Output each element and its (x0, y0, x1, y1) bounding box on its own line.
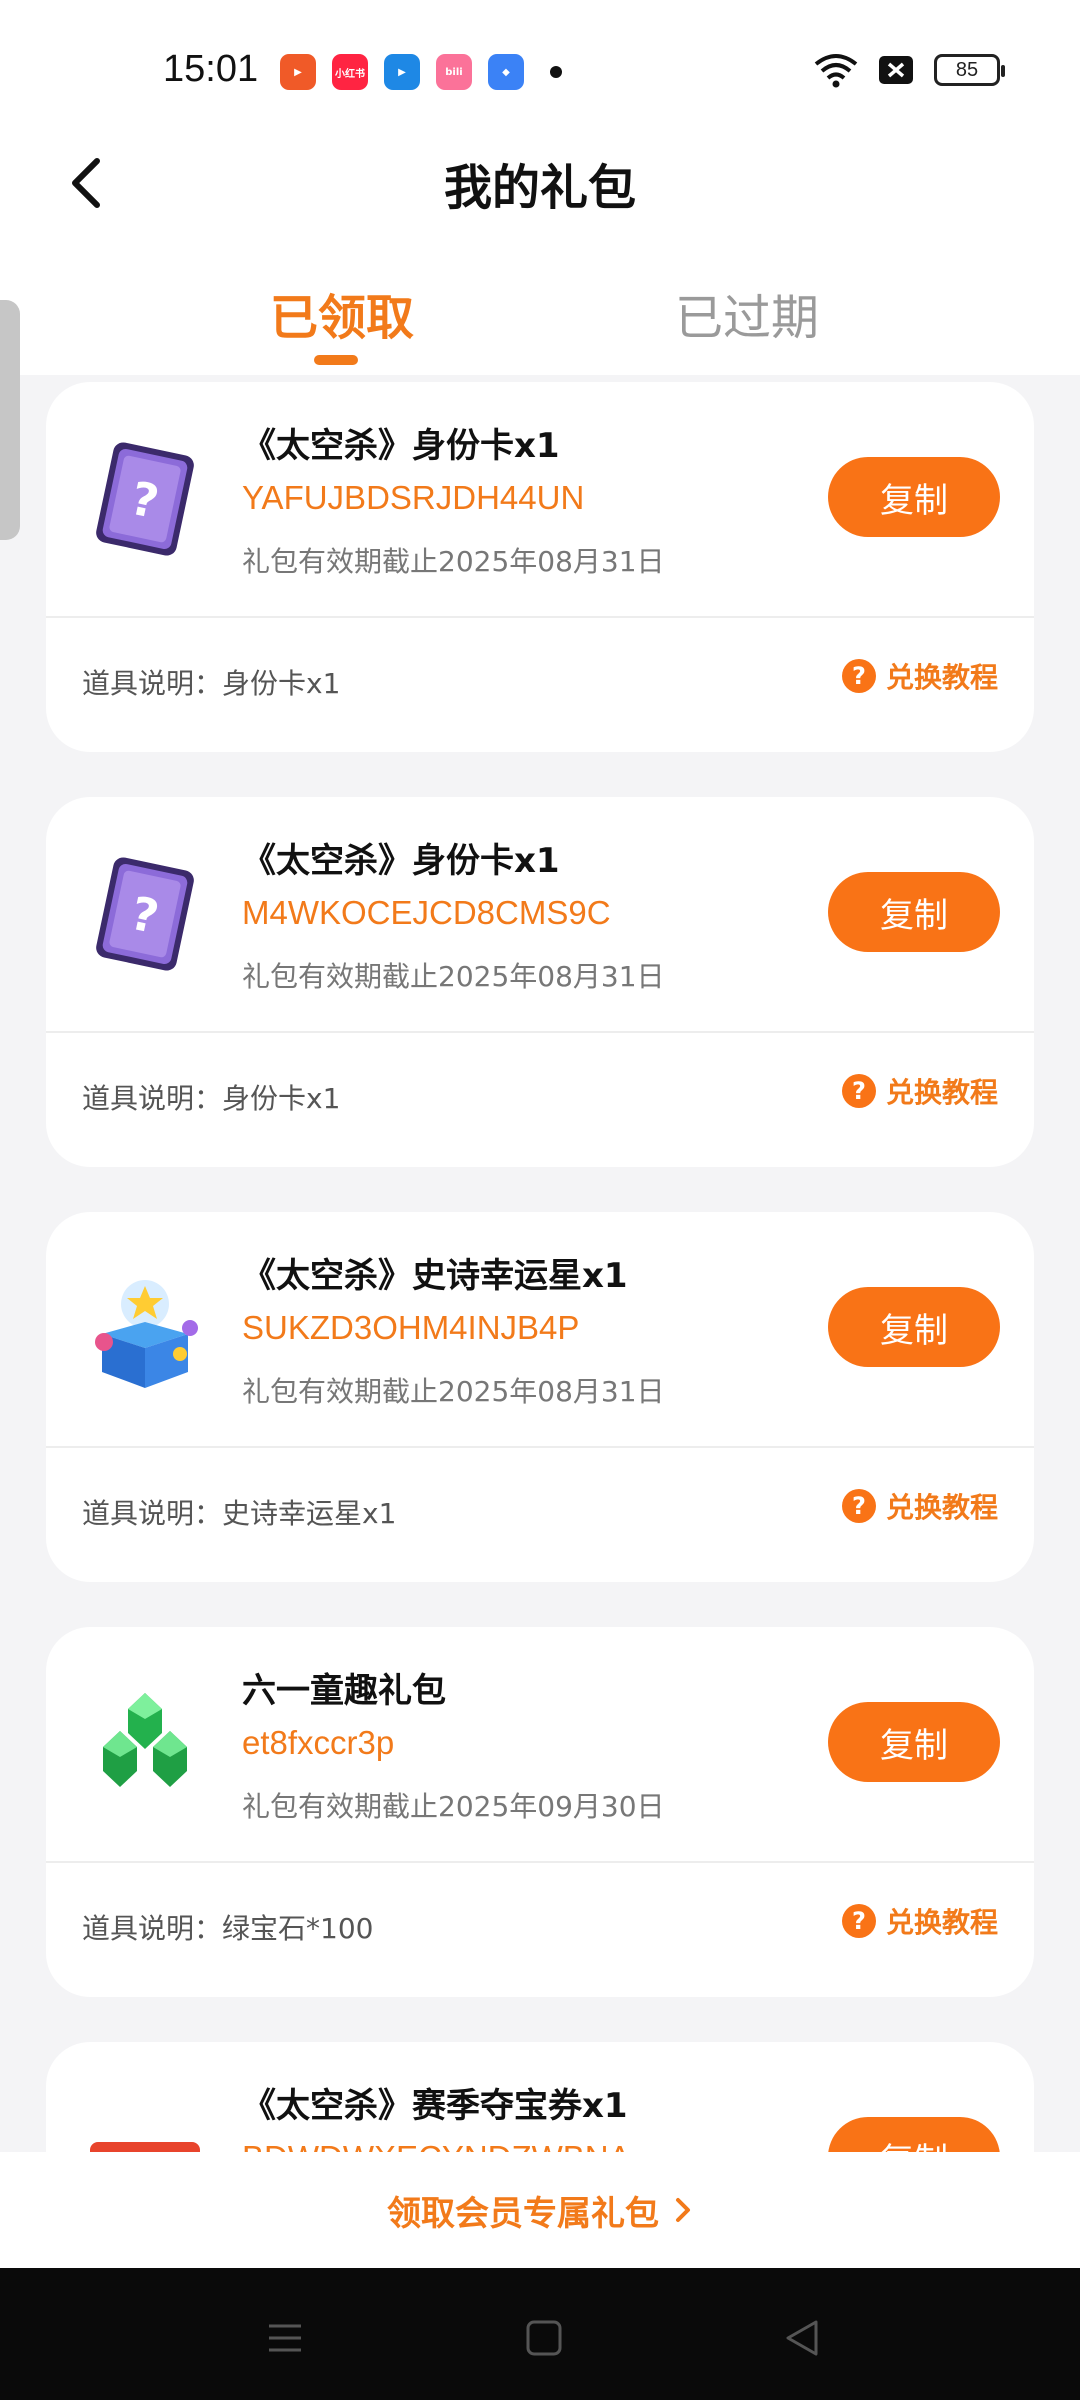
system-navigation-bar (0, 2268, 1080, 2400)
gift-title: 《太空杀》身份卡x1 (242, 426, 560, 466)
divider (46, 1446, 1034, 1448)
help-icon: ? (841, 659, 876, 693)
gift-card: 六一童趣礼包 et8fxccr3p 礼包有效期截止2025年09月30日 复制 … (46, 1627, 1034, 1997)
sim-disabled-icon (879, 56, 913, 84)
gift-expiry: 礼包有效期截止2025年08月31日 (242, 1375, 665, 1408)
gift-card: ? 《太空杀》身份卡x1 YAFUJBDSRJDH44UN 礼包有效期截止202… (46, 382, 1034, 752)
gift-title: 六一童趣礼包 (242, 1671, 446, 1711)
more-notifications-dot (550, 66, 562, 78)
copy-button[interactable]: 复制 (828, 2117, 1000, 2152)
gift-code: SUKZD3OHM4INJB4P (242, 1309, 580, 1346)
status-time: 15:01 (163, 48, 259, 90)
redeem-tutorial-link[interactable]: ? 兑换教程 (841, 1486, 998, 1526)
member-gift-link[interactable]: 领取会员专属礼包 (0, 2152, 1080, 2268)
notification-icons: ▶ 小红书 ▶ bili ◆ (280, 54, 562, 90)
divider (46, 1861, 1034, 1863)
gift-expiry: 礼包有效期截止2025年09月30日 (242, 1790, 665, 1823)
status-indicators: 85 (814, 52, 1005, 88)
home-icon (526, 2320, 562, 2356)
gift-code: YAFUJBDSRJDH44UN (242, 479, 585, 516)
copy-button[interactable]: 复制 (828, 1287, 1000, 1367)
help-icon: ? (841, 1489, 876, 1523)
lucky-star-box-image (80, 1264, 210, 1394)
video-app-icon: ▶ (280, 54, 316, 90)
nav-bar: 我的礼包 (0, 120, 1080, 240)
redeem-tutorial-link[interactable]: ? 兑换教程 (841, 1901, 998, 1941)
item-description: 道具说明：身份卡x1 (82, 667, 341, 700)
emerald-image (80, 1679, 210, 1809)
back-triangle-icon (786, 2320, 818, 2356)
back-nav-button[interactable] (772, 2308, 832, 2368)
treasure-ticket-image (80, 2122, 210, 2152)
redeem-tutorial-label: 兑换教程 (885, 661, 998, 694)
battery-indicator: 85 (934, 54, 1005, 86)
item-description: 道具说明：绿宝石*100 (82, 1912, 374, 1945)
redeem-tutorial-label: 兑换教程 (885, 1906, 998, 1939)
divider (46, 616, 1034, 618)
chevron-right-icon (676, 2198, 690, 2222)
help-icon: ? (841, 1904, 876, 1938)
active-tab-indicator (314, 355, 358, 365)
menu-icon (269, 2324, 301, 2352)
gift-code: BDWDWXECYNDZWBNA (242, 2139, 631, 2152)
item-description: 道具说明：史诗幸运星x1 (82, 1497, 397, 1530)
page-title: 我的礼包 (443, 160, 636, 216)
copy-button[interactable]: 复制 (828, 1702, 1000, 1782)
copy-button[interactable]: 复制 (828, 457, 1000, 537)
gift-title: 《太空杀》史诗幸运星x1 (242, 1256, 628, 1296)
gift-title: 《太空杀》赛季夺宝券x1 (242, 2086, 628, 2126)
item-description: 道具说明：身份卡x1 (82, 1082, 341, 1115)
member-gift-label: 领取会员专属礼包 (387, 2193, 659, 2234)
identity-card-image: ? (80, 434, 210, 564)
gift-code: et8fxccr3p (242, 1724, 395, 1761)
xiaohongshu-app-icon: 小红书 (332, 54, 368, 90)
gift-card: 《太空杀》赛季夺宝券x1 BDWDWXECYNDZWBNA 复制 (46, 2042, 1034, 2152)
wifi-icon (814, 54, 858, 88)
gift-code: M4WKOCEJCD8CMS9C (242, 894, 611, 931)
browser-app-icon: ◆ (488, 54, 524, 90)
divider (46, 1031, 1034, 1033)
bilibili-app-icon: bili (436, 54, 472, 90)
redeem-tutorial-label: 兑换教程 (885, 1491, 998, 1524)
redeem-tutorial-link[interactable]: ? 兑换教程 (841, 1071, 998, 1111)
tab-claimed[interactable]: 已领取 (270, 278, 414, 348)
home-button[interactable] (514, 2308, 574, 2368)
gift-card: 《太空杀》史诗幸运星x1 SUKZD3OHM4INJB4P 礼包有效期截止202… (46, 1212, 1034, 1582)
gift-expiry: 礼包有效期截止2025年08月31日 (242, 545, 665, 578)
gift-title: 《太空杀》身份卡x1 (242, 841, 560, 881)
side-drawer-handle[interactable] (0, 300, 20, 540)
gift-card: ? 《太空杀》身份卡x1 M4WKOCEJCD8CMS9C 礼包有效期截止202… (46, 797, 1034, 1167)
menu-button[interactable] (255, 2308, 315, 2368)
redeem-tutorial-label: 兑换教程 (885, 1076, 998, 1109)
redeem-tutorial-link[interactable]: ? 兑换教程 (841, 656, 998, 696)
tab-bar: 已领取 已过期 (0, 240, 1080, 375)
help-icon: ? (841, 1074, 876, 1108)
player-app-icon: ▶ (384, 54, 420, 90)
copy-button[interactable]: 复制 (828, 872, 1000, 952)
identity-card-image: ? (80, 849, 210, 979)
tab-expired[interactable]: 已过期 (675, 278, 819, 348)
status-bar: 15:01 ▶ 小红书 ▶ bili ◆ 85 (0, 0, 1080, 120)
gift-expiry: 礼包有效期截止2025年08月31日 (242, 960, 665, 993)
